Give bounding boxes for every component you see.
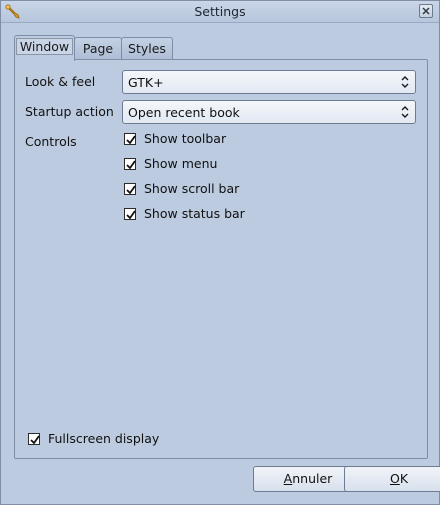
checkbox-box[interactable] — [28, 433, 40, 445]
show-status-bar-label: Show status bar — [144, 206, 245, 221]
ok-label: K — [399, 471, 409, 486]
startup-action-combo[interactable]: Open recent book — [122, 100, 416, 124]
tab-window[interactable]: Window — [14, 35, 75, 61]
chevron-updown-icon — [399, 75, 411, 89]
tab-styles[interactable]: Styles — [121, 37, 173, 60]
close-icon — [422, 7, 430, 15]
window-settings-panel: Look & feel GTK+ Startup action Open rec… — [14, 59, 428, 459]
checkbox-box[interactable] — [124, 208, 136, 220]
tab-page[interactable]: Page — [74, 37, 122, 60]
title-bar[interactable]: Settings — [1, 1, 439, 23]
startup-action-label: Startup action — [25, 104, 114, 119]
look-and-feel-combo[interactable]: GTK+ — [122, 70, 416, 94]
ok-button[interactable]: OK — [344, 466, 440, 492]
startup-action-value: Open recent book — [128, 105, 240, 120]
fullscreen-display-label: Fullscreen display — [48, 431, 160, 446]
checkmark-icon — [126, 185, 136, 195]
look-and-feel-label: Look & feel — [25, 74, 96, 89]
close-button[interactable] — [419, 4, 433, 18]
checkbox-box[interactable] — [124, 158, 136, 170]
tab-styles-label: Styles — [128, 41, 166, 56]
checkmark-icon — [126, 160, 136, 170]
checkmark-icon — [126, 135, 136, 145]
checkbox-box[interactable] — [124, 133, 136, 145]
cancel-label: nnuler — [292, 471, 333, 486]
cancel-mnemonic: A — [283, 471, 293, 486]
checkmark-icon — [126, 210, 136, 220]
tab-window-label: Window — [15, 38, 74, 55]
checkmark-icon — [30, 435, 40, 445]
chevron-updown-icon — [399, 105, 411, 119]
window-title: Settings — [194, 4, 246, 19]
show-menu-label: Show menu — [144, 156, 218, 171]
look-and-feel-value: GTK+ — [128, 75, 164, 90]
settings-window: Settings Window Page Styles Look & feel … — [0, 0, 440, 505]
tab-page-label: Page — [82, 41, 114, 56]
controls-label: Controls — [25, 134, 77, 149]
show-toolbar-label: Show toolbar — [144, 131, 227, 146]
show-scroll-bar-label: Show scroll bar — [144, 181, 240, 196]
checkbox-box[interactable] — [124, 183, 136, 195]
ok-mnemonic: O — [389, 471, 400, 486]
